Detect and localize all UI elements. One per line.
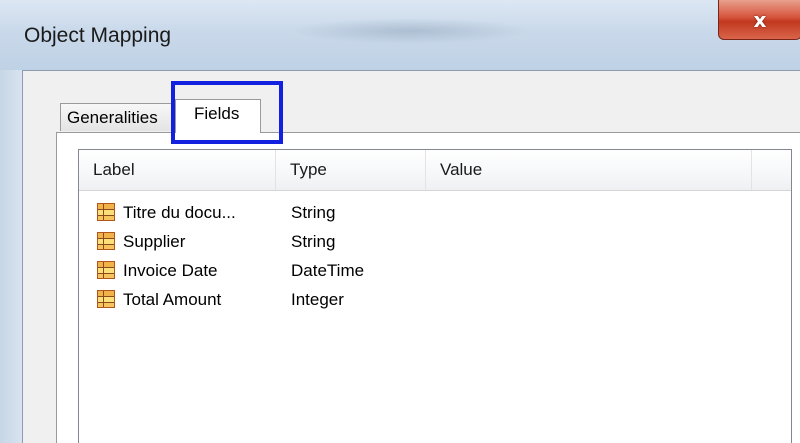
- field-label: Invoice Date: [123, 261, 218, 280]
- tab-generalities[interactable]: Generalities: [60, 103, 180, 131]
- field-label: Supplier: [123, 232, 186, 251]
- tab-generalities-label: Generalities: [67, 108, 158, 127]
- field-icon: [97, 203, 115, 221]
- field-type: DateTime: [291, 261, 365, 280]
- list-item[interactable]: Total Amount Integer: [79, 285, 791, 314]
- field-icon: [97, 261, 115, 279]
- list-rows: Titre du docu... String Supplier String …: [79, 198, 791, 314]
- title-bar[interactable]: Object Mapping x: [0, 0, 800, 70]
- list-item[interactable]: Titre du docu... String: [79, 198, 791, 227]
- fields-tab-page: Label Type Value Titre du docu... String…: [56, 132, 800, 443]
- column-header-type[interactable]: Type: [276, 150, 426, 190]
- close-button[interactable]: x: [718, 0, 800, 40]
- fields-list[interactable]: Label Type Value Titre du docu... String…: [78, 149, 792, 443]
- list-item[interactable]: Invoice Date DateTime: [79, 256, 791, 285]
- object-mapping-dialog: Object Mapping x Generalities Fields Lab…: [0, 0, 800, 443]
- field-label: Titre du docu...: [123, 203, 236, 222]
- window-frame-left: [0, 70, 22, 443]
- field-type: Integer: [291, 290, 344, 309]
- column-header-value[interactable]: Value: [426, 150, 752, 190]
- list-header: Label Type Value: [79, 150, 791, 191]
- field-type: String: [291, 232, 336, 251]
- window-title: Object Mapping: [24, 24, 172, 47]
- field-label: Total Amount: [123, 290, 222, 309]
- field-icon: [97, 232, 115, 250]
- field-type: String: [291, 203, 336, 222]
- close-icon: x: [753, 7, 767, 32]
- list-item[interactable]: Supplier String: [79, 227, 791, 256]
- tab-fields[interactable]: Fields: [175, 99, 261, 133]
- field-icon: [97, 290, 115, 308]
- tab-fields-label: Fields: [194, 104, 240, 123]
- dialog-body: Generalities Fields Label Type Value Tit…: [22, 70, 800, 443]
- column-header-label[interactable]: Label: [79, 150, 276, 190]
